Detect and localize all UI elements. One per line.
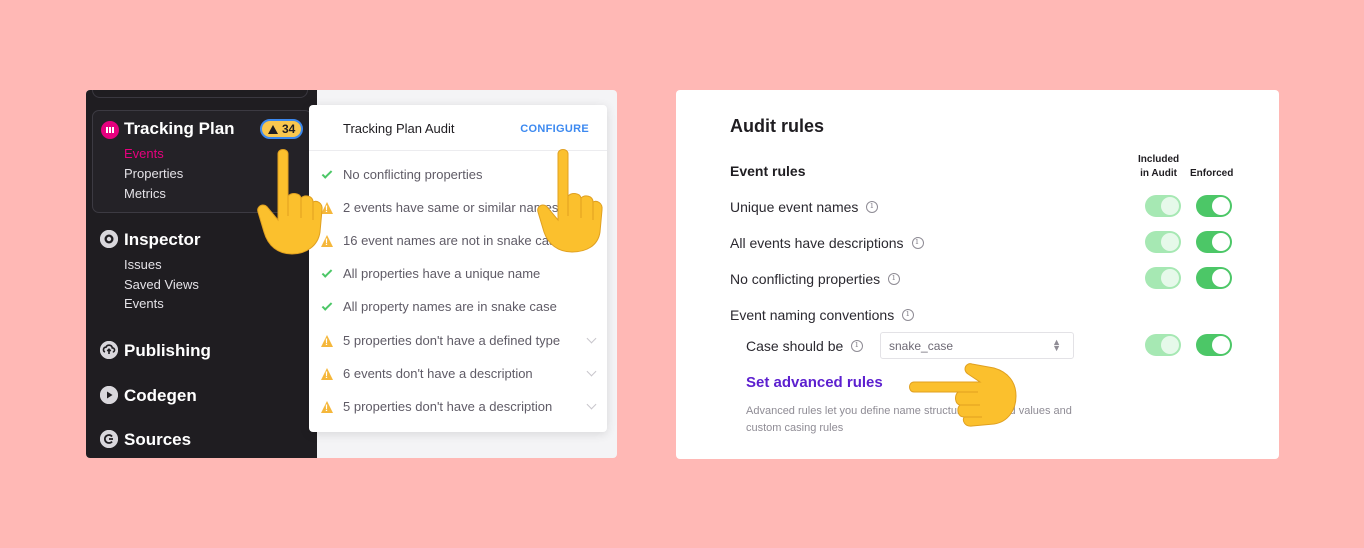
case-select-value: snake_case bbox=[889, 338, 954, 353]
audit-row-text: 5 properties don't have a defined type bbox=[343, 333, 561, 348]
sidebar-item-events[interactable]: Events bbox=[124, 146, 164, 161]
audit-row[interactable]: 5 properties don't have a description bbox=[309, 390, 607, 423]
configure-button[interactable]: CONFIGURE bbox=[520, 123, 589, 135]
column-header-enforced: Enforced bbox=[1190, 168, 1234, 179]
rule-label: No conflicting properties bbox=[730, 271, 901, 287]
case-label-text: Case should be bbox=[746, 338, 844, 354]
page-title: Audit rules bbox=[730, 116, 825, 136]
pointing-hand-icon bbox=[537, 149, 603, 253]
chevron-down-icon[interactable] bbox=[586, 366, 597, 377]
audit-issues-badge[interactable]: 34 bbox=[260, 119, 304, 139]
audit-row-text: All properties have a unique name bbox=[343, 266, 541, 281]
enforce-toggle[interactable] bbox=[1196, 231, 1232, 253]
sidebar-item-issues[interactable]: Issues bbox=[124, 257, 162, 272]
include-toggle[interactable] bbox=[1145, 231, 1181, 253]
chevron-down-icon[interactable] bbox=[586, 333, 597, 344]
audit-row-text: 5 properties don't have a description bbox=[343, 399, 553, 414]
inspector-icon bbox=[100, 230, 118, 248]
column-header-included-line2: in Audit bbox=[1140, 168, 1177, 179]
section-title: Event rules bbox=[730, 163, 806, 179]
sidebar-item-tracking-plan[interactable]: Tracking Plan bbox=[124, 119, 235, 139]
enforce-toggle[interactable] bbox=[1196, 195, 1232, 217]
sidebar-item-inspector[interactable]: Inspector bbox=[124, 230, 201, 250]
case-label: Case should be bbox=[746, 338, 864, 354]
include-toggle[interactable] bbox=[1145, 267, 1181, 289]
info-icon[interactable] bbox=[851, 340, 864, 352]
sidebar-top-item[interactable] bbox=[92, 90, 308, 98]
play-icon bbox=[100, 386, 118, 404]
sidebar-item-metrics[interactable]: Metrics bbox=[124, 186, 166, 201]
sidebar-item-codegen[interactable]: Codegen bbox=[124, 386, 197, 406]
audit-row-text: 6 events don't have a description bbox=[343, 366, 533, 381]
audit-row-text: 16 event names are not in snake case bbox=[343, 233, 563, 248]
pointing-hand-icon bbox=[257, 149, 323, 255]
sidebar-item-publishing[interactable]: Publishing bbox=[124, 341, 211, 361]
column-header-included: Included in Audit bbox=[1138, 153, 1179, 181]
case-select[interactable]: snake_case ▲ ▼ bbox=[880, 332, 1074, 359]
check-icon bbox=[320, 299, 334, 314]
sidebar-item-saved-views[interactable]: Saved Views bbox=[124, 277, 199, 292]
include-toggle[interactable] bbox=[1145, 195, 1181, 217]
audit-row-text: All property names are in snake case bbox=[343, 299, 557, 314]
audit-row: All properties have a unique name bbox=[309, 257, 607, 290]
rule-label: Unique event names bbox=[730, 199, 879, 215]
rule-label-text: Unique event names bbox=[730, 199, 859, 215]
set-advanced-rules-link[interactable]: Set advanced rules bbox=[746, 374, 883, 391]
rule-label-text: No conflicting properties bbox=[730, 271, 881, 287]
audit-row: All property names are in snake case bbox=[309, 290, 607, 323]
audit-row[interactable]: 6 events don't have a description bbox=[309, 357, 607, 390]
column-header-included-line1: Included bbox=[1138, 154, 1180, 165]
sidebar-item-inspector-events[interactable]: Events bbox=[124, 296, 164, 311]
pointing-hand-icon bbox=[909, 363, 1017, 427]
rule-label-text: All events have descriptions bbox=[730, 235, 904, 251]
warning-icon bbox=[268, 124, 278, 134]
info-icon[interactable] bbox=[888, 273, 901, 285]
check-icon bbox=[320, 266, 334, 281]
audit-row[interactable]: 5 properties don't have a defined type bbox=[309, 324, 607, 357]
enforce-toggle[interactable] bbox=[1196, 267, 1232, 289]
audit-row-text: No conflicting properties bbox=[343, 167, 483, 182]
rule-label-text: Event naming conventions bbox=[730, 307, 895, 323]
select-arrows-icon: ▲ ▼ bbox=[1052, 337, 1061, 353]
chevron-down-icon[interactable] bbox=[586, 399, 597, 410]
audit-title: Tracking Plan Audit bbox=[343, 121, 455, 136]
audit-popover-header: Tracking Plan Audit CONFIGURE bbox=[309, 105, 607, 151]
sidebar-item-sources[interactable]: Sources bbox=[124, 430, 191, 450]
sources-icon bbox=[100, 430, 118, 448]
warning-icon bbox=[320, 334, 334, 348]
info-icon[interactable] bbox=[866, 201, 879, 213]
cloud-upload-icon bbox=[100, 341, 118, 359]
audit-row-text: 2 events have same or similar names bbox=[343, 200, 559, 215]
audit-issues-count: 34 bbox=[282, 122, 296, 136]
warning-icon bbox=[320, 400, 334, 414]
warning-icon bbox=[320, 367, 334, 381]
rule-label: Event naming conventions bbox=[730, 307, 915, 323]
info-icon[interactable] bbox=[911, 237, 924, 249]
sidebar-item-properties[interactable]: Properties bbox=[124, 166, 183, 181]
include-toggle[interactable] bbox=[1145, 334, 1181, 356]
tracking-plan-icon bbox=[101, 121, 119, 139]
rule-label: All events have descriptions bbox=[730, 235, 924, 251]
info-icon[interactable] bbox=[902, 309, 915, 321]
enforce-toggle[interactable] bbox=[1196, 334, 1232, 356]
